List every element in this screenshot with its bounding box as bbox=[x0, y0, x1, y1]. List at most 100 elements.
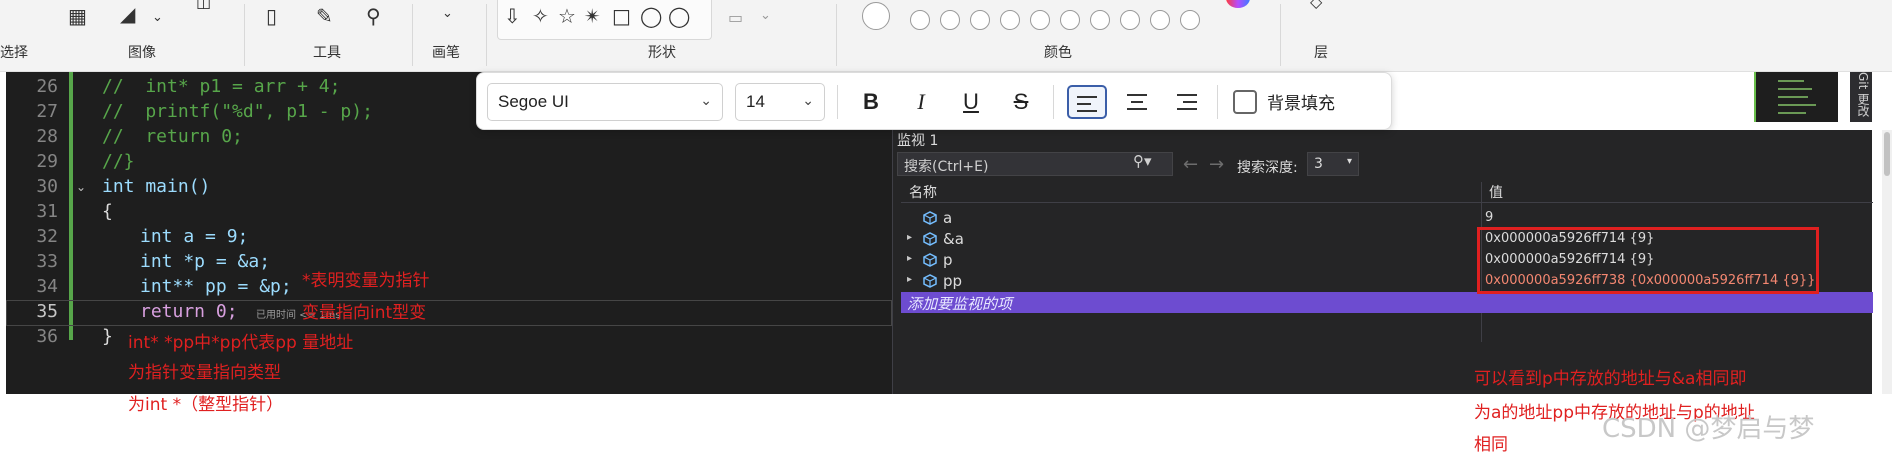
variable-cube-icon bbox=[923, 211, 937, 225]
align-right-icon bbox=[1177, 94, 1197, 115]
color-swatch[interactable] bbox=[970, 10, 990, 30]
search-depth-label: 搜索深度: bbox=[1237, 160, 1298, 176]
search-next-arrow-icon[interactable]: → bbox=[1209, 154, 1224, 175]
ribbon-group-shapes-label: 形状 bbox=[648, 45, 676, 61]
expand-triangle-icon[interactable]: ▸ bbox=[907, 253, 912, 264]
watch-title: 监视 1 bbox=[897, 133, 939, 149]
annotation-text: 为指针变量指向类型 bbox=[128, 363, 281, 383]
code-line[interactable]: int a = 9; bbox=[140, 226, 248, 247]
code-line[interactable]: // return 0; bbox=[102, 126, 243, 147]
code-line[interactable]: // int* p1 = arr + 4; bbox=[102, 76, 340, 97]
fill-chevron-down-icon[interactable]: ⌄ bbox=[760, 6, 771, 26]
git-changes-tab[interactable]: Git 更改 bbox=[1850, 72, 1872, 122]
font-size-select[interactable]: 14 ⌄ bbox=[735, 83, 825, 121]
color-swatch[interactable] bbox=[1030, 10, 1050, 30]
callout-oval-shape-icon[interactable]: ◯ bbox=[640, 4, 662, 28]
chevron-down-icon[interactable]: ⌄ bbox=[152, 8, 163, 28]
minimap-line bbox=[1778, 80, 1804, 82]
color-picker-icon[interactable]: ✎ bbox=[316, 6, 333, 26]
code-line[interactable]: //} bbox=[102, 151, 135, 172]
code-line[interactable]: { bbox=[102, 201, 113, 222]
flip-icon[interactable]: ◢ bbox=[120, 4, 135, 24]
zoom-icon[interactable]: ⚲ bbox=[366, 6, 381, 26]
annotation-text: *表明变量为指针 bbox=[302, 271, 430, 291]
color-swatch[interactable] bbox=[1150, 10, 1170, 30]
strikethrough-button[interactable]: S bbox=[1003, 85, 1039, 119]
ribbon-group-colors-label: 颜色 bbox=[1044, 45, 1072, 61]
underline-button[interactable]: U bbox=[953, 85, 989, 119]
select-grid-icon[interactable]: ▦ bbox=[68, 6, 87, 26]
watch-row-value[interactable]: 9 bbox=[1485, 210, 1493, 225]
brush-chevron-down-icon[interactable]: ⌄ bbox=[442, 4, 453, 24]
search-depth-select[interactable]: 3 ▾ bbox=[1307, 152, 1359, 176]
arrow-down-shape-icon[interactable]: ⇩ bbox=[504, 4, 521, 28]
add-watch-placeholder[interactable]: 添加要监视的项 bbox=[907, 293, 1012, 314]
add-watch-row[interactable]: 添加要监视的项 bbox=[901, 292, 1873, 313]
color-swatch[interactable] bbox=[1000, 10, 1020, 30]
code-line[interactable]: } bbox=[102, 326, 113, 347]
line-number: 29 bbox=[36, 151, 58, 172]
color-swatch[interactable] bbox=[940, 10, 960, 30]
ribbon-divider bbox=[244, 4, 245, 66]
search-prev-arrow-icon[interactable]: ← bbox=[1183, 154, 1198, 175]
align-right-button[interactable] bbox=[1169, 85, 1205, 119]
color-swatch[interactable] bbox=[1060, 10, 1080, 30]
code-line[interactable]: int *p = &a; bbox=[140, 251, 270, 272]
code-minimap[interactable] bbox=[1754, 72, 1838, 122]
line-number: 34 bbox=[36, 276, 58, 297]
code-line[interactable]: int** pp = &p; bbox=[140, 276, 292, 297]
layers-icon[interactable]: ◇ bbox=[1310, 0, 1322, 12]
watch-row-name: pp bbox=[943, 272, 963, 290]
callout-cloud-shape-icon[interactable]: ◯ bbox=[668, 4, 690, 28]
background-fill-checkbox[interactable] bbox=[1233, 90, 1257, 114]
expand-triangle-icon[interactable]: ▸ bbox=[907, 232, 912, 243]
line-number: 33 bbox=[36, 251, 58, 272]
column-header-value[interactable]: 值 bbox=[1489, 182, 1503, 204]
color-swatch[interactable] bbox=[1120, 10, 1140, 30]
color-swatch[interactable] bbox=[1180, 10, 1200, 30]
ribbon-group-tools-label: 工具 bbox=[313, 45, 341, 61]
variable-cube-icon bbox=[923, 232, 937, 246]
watch-scrollbar-thumb[interactable] bbox=[1884, 132, 1890, 176]
fold-chevron-icon[interactable]: ⌄ bbox=[76, 180, 86, 194]
expand-triangle-icon[interactable]: ▸ bbox=[907, 274, 912, 285]
color-swatch[interactable] bbox=[910, 10, 930, 30]
shape-fill-icon[interactable]: ▭ bbox=[728, 8, 743, 28]
callout-rect-shape-icon[interactable]: □ bbox=[612, 4, 631, 28]
color-swatch[interactable] bbox=[1090, 10, 1110, 30]
watch-row[interactable]: a 9 bbox=[901, 208, 1873, 229]
edit-colors-icon[interactable] bbox=[1226, 0, 1250, 8]
ribbon-group-brush-label: 画笔 bbox=[432, 45, 460, 61]
toolbar-divider bbox=[1217, 85, 1218, 119]
background-fill-label: 背景填充 bbox=[1267, 94, 1335, 114]
code-line[interactable]: return 0; bbox=[140, 301, 238, 322]
star5-shape-icon[interactable]: ☆ bbox=[558, 4, 576, 28]
bold-button[interactable]: B bbox=[853, 85, 889, 119]
minimap-line bbox=[1778, 104, 1816, 106]
italic-button[interactable]: I bbox=[903, 85, 939, 119]
align-left-button[interactable] bbox=[1067, 85, 1107, 119]
code-line[interactable]: // printf("%d", p1 - p); bbox=[102, 101, 373, 122]
star6-shape-icon[interactable]: ✴ bbox=[584, 4, 601, 28]
eraser-icon[interactable]: ▯ bbox=[266, 6, 277, 26]
ribbon-group-layers-label: 层 bbox=[1314, 45, 1328, 61]
primary-color-swatch[interactable] bbox=[862, 2, 890, 30]
search-icon[interactable]: ⚲▾ bbox=[1133, 152, 1152, 170]
column-header-name[interactable]: 名称 bbox=[909, 182, 937, 204]
shapes-gallery[interactable]: ⇩ ✧ ☆ ✴ □ ◯ ◯ bbox=[497, 0, 712, 40]
variable-cube-icon bbox=[923, 253, 937, 267]
annotation-text: 变量指向int型变 bbox=[302, 303, 427, 323]
chevron-down-icon: ▾ bbox=[1346, 156, 1352, 167]
minimap-line bbox=[1778, 112, 1806, 114]
watch-search-input[interactable]: 搜索(Ctrl+E) bbox=[897, 152, 1173, 176]
align-center-button[interactable] bbox=[1119, 85, 1155, 119]
code-line[interactable]: int main() bbox=[102, 176, 210, 197]
image-resize-icon[interactable]: ◫ bbox=[196, 0, 211, 12]
align-center-icon bbox=[1127, 94, 1147, 115]
font-family-select[interactable]: Segoe UI ⌄ bbox=[487, 83, 723, 121]
star4-shape-icon[interactable]: ✧ bbox=[532, 4, 549, 28]
paint-ribbon: 选择 ▦ ◢ ⌄ ◫ 图像 ▯ ✎ ⚲ 工具 ⌄ 画笔 ⇩ ✧ ☆ ✴ □ ◯ … bbox=[0, 0, 1892, 72]
toolbar-divider bbox=[837, 85, 838, 119]
line-number: 27 bbox=[36, 101, 58, 122]
annotation-text: int* *pp中*pp代表pp 量地址 bbox=[128, 333, 354, 353]
